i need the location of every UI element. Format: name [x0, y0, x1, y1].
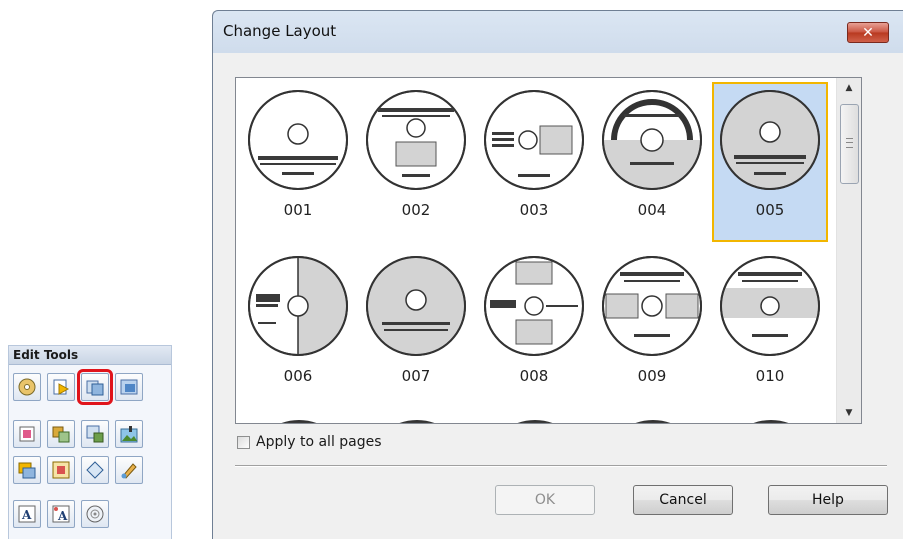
svg-text:A: A [57, 509, 68, 523]
frame-tool-icon [86, 425, 104, 443]
layout-preview-partial-icon [635, 419, 671, 423]
layout-preview-partial-icon [517, 419, 553, 423]
layout-item-003[interactable]: 003 [476, 82, 592, 242]
dialog-client-area: 001 002 003 004 005 006 007 008 009 010 ▲ ▼ Apply… [214, 53, 903, 539]
ok-button[interactable]: OK [495, 485, 595, 515]
disc-tool-icon [18, 378, 36, 396]
layout-item-010[interactable]: 010 [712, 248, 828, 408]
trim-tool-button[interactable] [47, 456, 75, 484]
layout-preview-partial-icon [399, 419, 435, 423]
layout-preview-icon [720, 90, 820, 190]
apply-all-label[interactable]: Apply to all pages [256, 434, 382, 450]
arrange-tool-icon [18, 462, 36, 479]
edit-tools-palette: Edit Tools A A [8, 345, 172, 539]
layout-item-005[interactable]: 005 [712, 82, 828, 242]
layout-preview-partial-icon [753, 419, 789, 423]
layout-item-label: 004 [637, 201, 667, 219]
disc-label-tool-button[interactable] [81, 500, 109, 528]
separator [235, 465, 887, 467]
tool-row-3 [13, 456, 143, 484]
change-layout-dialog: Change Layout ✕ 001 002 003 004 005 006 007 008… [212, 10, 903, 539]
fill-tool-icon [19, 426, 35, 442]
text-tool-button[interactable]: A [13, 500, 41, 528]
grip-icon [846, 138, 853, 148]
dialog-title: Change Layout [223, 22, 337, 40]
fill-tool-button[interactable] [13, 420, 41, 448]
shape-tool-icon [86, 461, 104, 479]
paint-tool-icon [121, 463, 137, 479]
arrange-tool-button[interactable] [13, 456, 41, 484]
page-tool-button[interactable] [47, 373, 75, 401]
image-tool-icon [52, 426, 70, 443]
layout-item-002[interactable]: 002 [358, 82, 474, 242]
disc-tool-button[interactable] [13, 373, 41, 401]
layout-item-label: 007 [401, 367, 431, 385]
frame-tool-button[interactable] [81, 420, 109, 448]
change-layout-button[interactable] [77, 369, 113, 405]
apply-all-row: Apply to all pages [237, 432, 382, 452]
background-tool-icon [120, 379, 138, 395]
change-layout-icon [86, 380, 104, 396]
svg-text:A: A [21, 508, 32, 522]
layout-item-007[interactable]: 007 [358, 248, 474, 408]
scroll-thumb[interactable] [840, 104, 859, 184]
help-button[interactable]: Help [768, 485, 888, 515]
disc-label-tool-icon [86, 505, 104, 523]
layout-item-006[interactable]: 006 [240, 248, 356, 408]
layout-item-label: 005 [755, 201, 785, 219]
layout-list[interactable]: 001 002 003 004 005 006 007 008 009 010 ▲ ▼ [235, 77, 862, 424]
layout-preview-icon [602, 90, 702, 190]
dialog-titlebar[interactable]: Change Layout ✕ [213, 11, 903, 53]
apply-all-checkbox[interactable] [237, 435, 250, 449]
layout-item-label: 001 [283, 201, 313, 219]
page-tool-icon [53, 379, 70, 395]
photo-tool-icon [120, 426, 138, 443]
layout-preview-icon [366, 256, 466, 356]
layout-preview-icon [484, 90, 584, 190]
layout-item-008[interactable]: 008 [476, 248, 592, 408]
tool-row-2 [13, 420, 143, 448]
layout-preview-icon [720, 256, 820, 356]
layout-item-label: 006 [283, 367, 313, 385]
image-tool-button[interactable] [47, 420, 75, 448]
layout-preview-icon [248, 256, 348, 356]
layout-preview-icon [248, 90, 348, 190]
layout-item-label: 002 [401, 201, 431, 219]
layout-item-004[interactable]: 004 [594, 82, 710, 242]
layout-item-009[interactable]: 009 [594, 248, 710, 408]
tool-row-4: A A [13, 500, 109, 528]
layout-item-label: 010 [755, 367, 785, 385]
layout-preview-partial-icon [281, 419, 317, 423]
tool-row-1 [13, 369, 143, 405]
layout-preview-icon [484, 256, 584, 356]
layout-item-001[interactable]: 001 [240, 82, 356, 242]
layout-preview-icon [366, 90, 466, 190]
cancel-button[interactable]: Cancel [633, 485, 733, 515]
layout-item-label: 003 [519, 201, 549, 219]
close-button[interactable]: ✕ [847, 22, 889, 43]
text-edit-tool-button[interactable]: A [47, 500, 75, 528]
shape-tool-button[interactable] [81, 456, 109, 484]
text-edit-tool-icon: A [52, 505, 70, 523]
edit-tools-title: Edit Tools [9, 346, 171, 365]
paint-tool-button[interactable] [115, 456, 143, 484]
layout-item-label: 009 [637, 367, 667, 385]
background-tool-button[interactable] [115, 373, 143, 401]
close-icon: ✕ [862, 25, 874, 41]
layout-item-label: 008 [519, 367, 549, 385]
trim-tool-icon [52, 461, 70, 479]
scroll-down-arrow-icon[interactable]: ▼ [837, 403, 861, 423]
text-tool-icon: A [18, 505, 36, 523]
vertical-scrollbar[interactable]: ▲ ▼ [836, 78, 861, 423]
photo-tool-button[interactable] [115, 420, 143, 448]
scroll-up-arrow-icon[interactable]: ▲ [837, 78, 861, 98]
layout-preview-icon [602, 256, 702, 356]
